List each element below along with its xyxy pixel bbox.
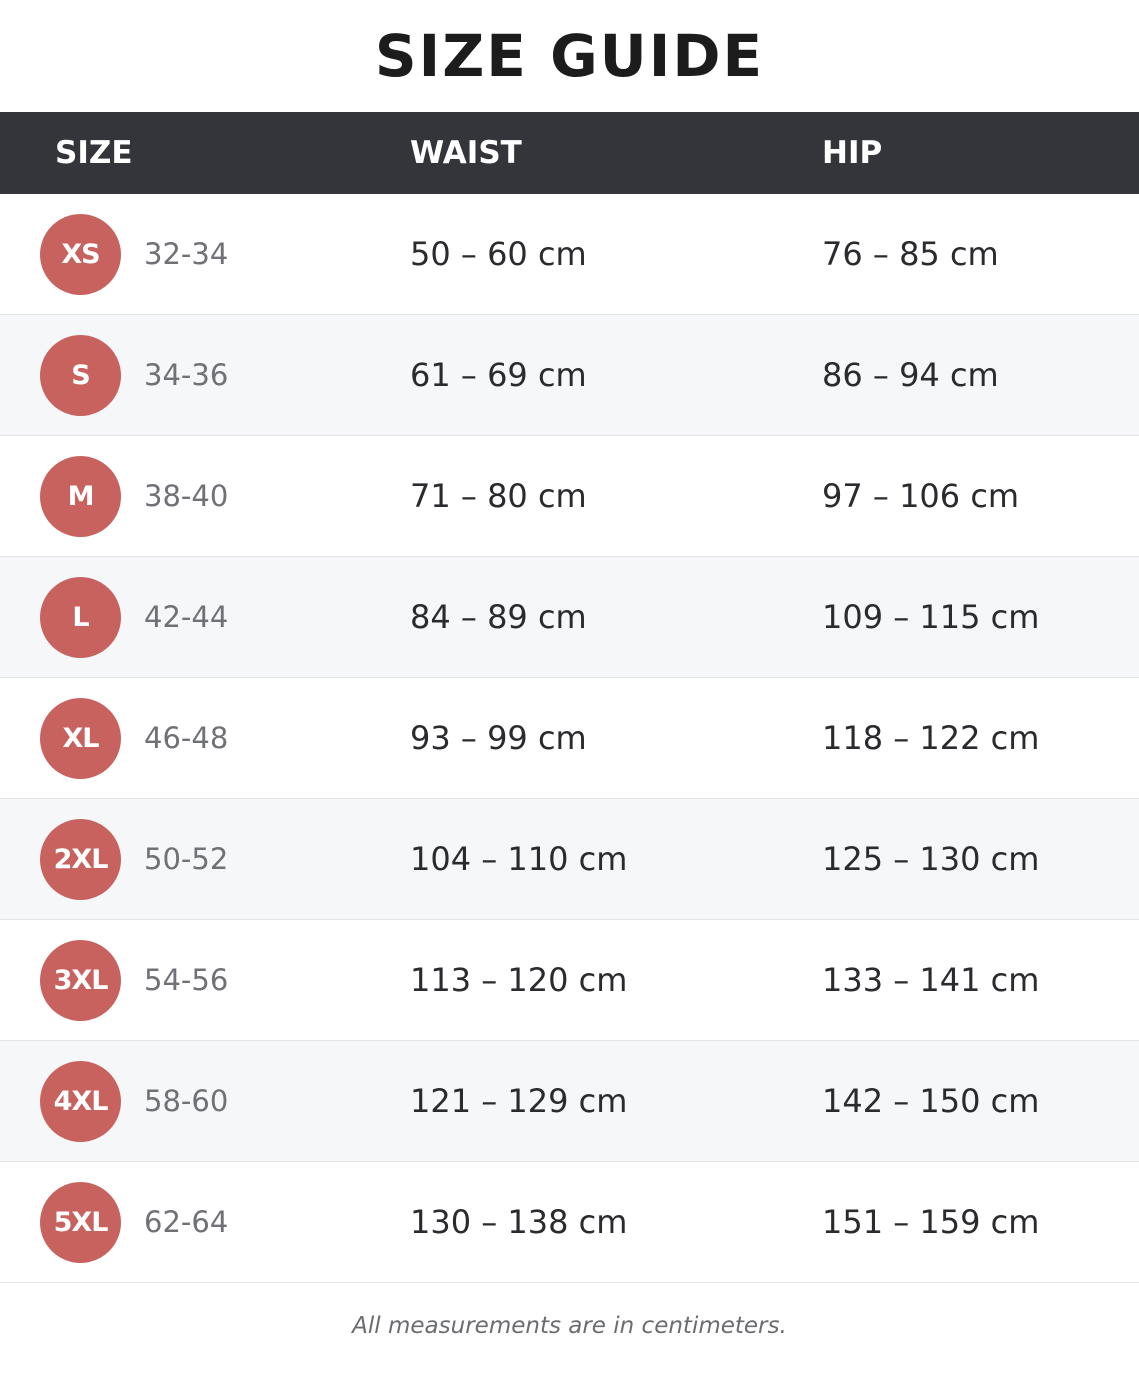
eu-size: 42-44 (144, 600, 229, 634)
eu-size: 38-40 (144, 479, 229, 513)
size-badge: XS (40, 214, 121, 295)
waist-value: 61 – 69 cm (410, 356, 587, 394)
hip-value: 142 – 150 cm (822, 1082, 1040, 1120)
hip-value: 109 – 115 cm (822, 598, 1040, 636)
size-guide: SIZE GUIDE SIZE WAIST HIP XS 32-34 50 – … (0, 0, 1139, 1381)
table-row: M 38-40 71 – 80 cm 97 – 106 cm (0, 436, 1139, 557)
hip-value: 118 – 122 cm (822, 719, 1040, 757)
waist-value: 71 – 80 cm (410, 477, 587, 515)
waist-value: 84 – 89 cm (410, 598, 587, 636)
table-body: XS 32-34 50 – 60 cm 76 – 85 cm S 34-36 6… (0, 194, 1139, 1283)
hip-value: 125 – 130 cm (822, 840, 1040, 878)
page-title: SIZE GUIDE (374, 22, 765, 90)
waist-value: 104 – 110 cm (410, 840, 628, 878)
table-row: 3XL 54-56 113 – 120 cm 133 – 141 cm (0, 920, 1139, 1041)
waist-value: 130 – 138 cm (410, 1203, 628, 1241)
header-waist: WAIST (410, 135, 522, 171)
table-row: 2XL 50-52 104 – 110 cm 125 – 130 cm (0, 799, 1139, 920)
table-row: L 42-44 84 – 89 cm 109 – 115 cm (0, 557, 1139, 678)
size-badge: 4XL (40, 1061, 121, 1142)
waist-value: 113 – 120 cm (410, 961, 628, 999)
size-badge: 2XL (40, 819, 121, 900)
eu-size: 58-60 (144, 1084, 229, 1118)
hip-value: 76 – 85 cm (822, 235, 999, 273)
size-badge: 3XL (40, 940, 121, 1021)
header-size: SIZE (55, 135, 133, 171)
header-hip: HIP (822, 135, 883, 171)
footnote: All measurements are in centimeters. (352, 1313, 787, 1339)
eu-size: 32-34 (144, 237, 229, 271)
table-row: 5XL 62-64 130 – 138 cm 151 – 159 cm (0, 1162, 1139, 1283)
hip-value: 97 – 106 cm (822, 477, 1020, 515)
table-row: XL 46-48 93 – 99 cm 118 – 122 cm (0, 678, 1139, 799)
table-row: S 34-36 61 – 69 cm 86 – 94 cm (0, 315, 1139, 436)
table-header: SIZE WAIST HIP (0, 112, 1139, 194)
waist-value: 93 – 99 cm (410, 719, 587, 757)
size-badge: XL (40, 698, 121, 779)
eu-size: 62-64 (144, 1205, 229, 1239)
eu-size: 46-48 (144, 721, 229, 755)
size-badge: S (40, 335, 121, 416)
waist-value: 50 – 60 cm (410, 235, 587, 273)
eu-size: 34-36 (144, 358, 229, 392)
size-badge: L (40, 577, 121, 658)
eu-size: 50-52 (144, 842, 229, 876)
size-badge: 5XL (40, 1182, 121, 1263)
waist-value: 121 – 129 cm (410, 1082, 628, 1120)
table-row: 4XL 58-60 121 – 129 cm 142 – 150 cm (0, 1041, 1139, 1162)
hip-value: 86 – 94 cm (822, 356, 999, 394)
eu-size: 54-56 (144, 963, 229, 997)
hip-value: 151 – 159 cm (822, 1203, 1040, 1241)
hip-value: 133 – 141 cm (822, 961, 1040, 999)
table-row: XS 32-34 50 – 60 cm 76 – 85 cm (0, 194, 1139, 315)
size-badge: M (40, 456, 121, 537)
